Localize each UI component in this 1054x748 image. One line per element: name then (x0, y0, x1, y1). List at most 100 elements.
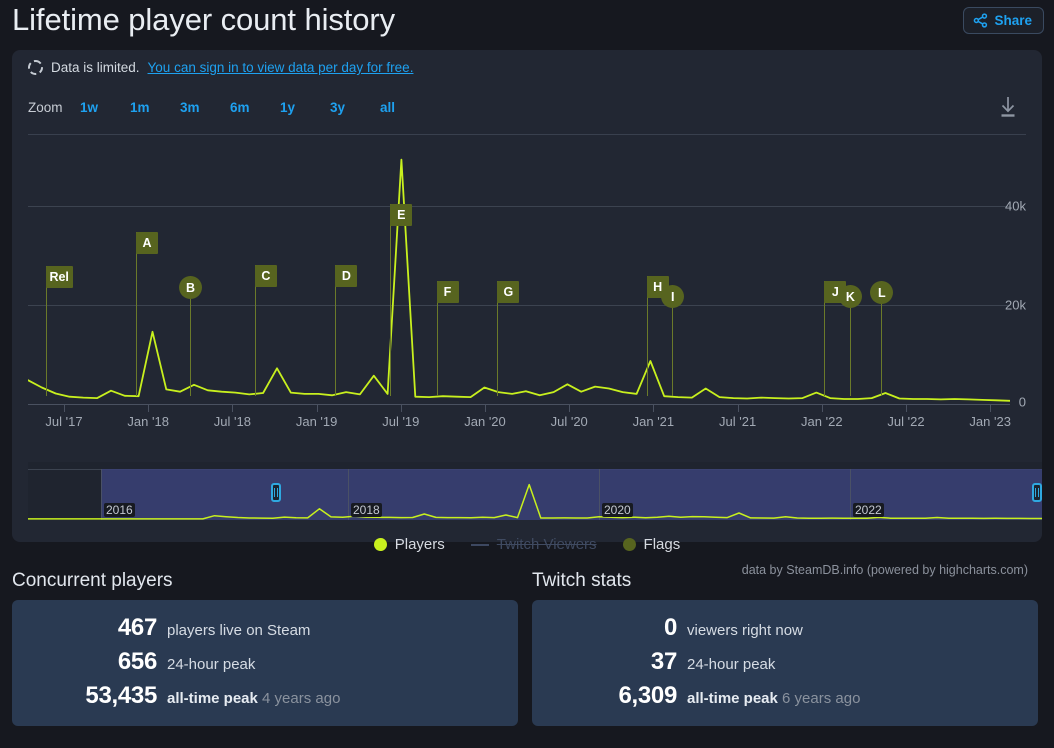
stat-label-text: all-time peak (167, 690, 258, 707)
zoom-label: Zoom (28, 100, 63, 115)
x-axis-tick (737, 405, 739, 412)
zoom-button-1w[interactable]: 1w (80, 100, 130, 115)
dashed-circle-icon (28, 60, 43, 75)
twitch-stats-section: Twitch stats 0 viewers right now 37 24-h… (532, 570, 1038, 726)
share-button-label: Share (994, 13, 1032, 28)
stat-label-text: all-time peak (687, 690, 778, 707)
navigator-right-handle[interactable] (1032, 483, 1042, 502)
notice-text: Data is limited. (51, 60, 140, 75)
stat-value: 53,435 (85, 682, 157, 709)
players-line-series (28, 158, 1010, 402)
legend-label-players: Players (394, 536, 445, 553)
stat-row: 6,309 all-time peak 6 years ago (532, 682, 1038, 710)
concurrent-players-heading: Concurrent players (12, 570, 173, 591)
stat-row: 656 24-hour peak (12, 648, 518, 676)
page-header: Lifetime player count history Share (0, 0, 1054, 46)
navigator-year-2016: 2016 (104, 503, 135, 517)
share-network-icon (973, 13, 988, 28)
flag-label-a[interactable]: A (136, 232, 159, 254)
stat-value: 6,309 (618, 682, 677, 709)
navigator-year-2022: 2022 (853, 503, 884, 517)
chart-plot-area: 40k 20k 0 Jul '17 Jan '18 Jul '18 Jan '19 Ju… (28, 148, 1026, 429)
flag-label-k[interactable]: K (838, 285, 862, 308)
x-axis-label: Jan '23 (969, 414, 1011, 429)
x-axis-tick (400, 405, 402, 412)
legend-dot-players (373, 538, 387, 551)
flag-label-g[interactable]: G (497, 281, 520, 303)
x-axis-tick (148, 405, 150, 412)
stat-label: all-time peak 4 years ago (167, 690, 340, 707)
legend-dash-twitch-viewers (470, 543, 489, 546)
x-axis-tick (485, 405, 486, 412)
x-axis-label: Jan '19 (295, 414, 338, 429)
zoom-button-6m[interactable]: 6m (230, 100, 280, 115)
stat-value: 0 (663, 614, 677, 641)
x-axis-tick (906, 405, 907, 412)
stat-row: 53,435 all-time peak 4 years ago (12, 682, 518, 710)
toolbar-divider (28, 134, 1026, 135)
stat-label-muted: 4 years ago (262, 690, 341, 707)
x-axis-label: Jul '19 (382, 414, 420, 429)
zoom-button-1y[interactable]: 1y (280, 100, 330, 115)
x-axis-tick (316, 405, 318, 412)
stat-row: 37 24-hour peak (532, 648, 1038, 676)
stat-value: 37 (650, 648, 677, 675)
flag-label-d[interactable]: D (335, 265, 358, 287)
navigator-series (28, 483, 1042, 520)
share-button[interactable]: Share (963, 7, 1044, 34)
flag-stem (390, 204, 392, 396)
x-axis-label: Jul '21 (719, 414, 757, 429)
stat-row: 0 viewers right now (532, 614, 1038, 642)
stats-row: Concurrent players 467 players live on S… (0, 570, 1054, 726)
legend-item-twitch-viewers[interactable]: Twitch Viewers (470, 536, 597, 553)
zoom-button-3m[interactable]: 3m (180, 100, 230, 115)
x-axis-tick (569, 405, 571, 412)
flag-stem (136, 232, 138, 396)
page-title: Lifetime player count history (12, 2, 396, 37)
flag-label-c[interactable]: C (254, 265, 277, 287)
flag-label-b[interactable]: B (179, 276, 203, 299)
data-limited-notice: Data is limited. You can sign in to view… (28, 60, 413, 75)
zoom-button-all[interactable]: all (380, 100, 430, 115)
zoom-range-selector: Zoom 1w 1m 3m 6m 1y 3y all (28, 100, 430, 115)
legend-label-twitch-viewers: Twitch Viewers (496, 536, 597, 553)
stat-row: 467 players live on Steam (12, 614, 518, 642)
stat-value: 467 (117, 614, 157, 641)
navigator-year-2018: 2018 (351, 503, 382, 517)
stat-label: 24-hour peak (687, 656, 776, 673)
sign-in-link[interactable]: You can sign in to view data per day for… (148, 60, 414, 75)
twitch-stats-card: 0 viewers right now 37 24-hour peak 6,30… (532, 600, 1038, 726)
legend-dot-flags (622, 538, 636, 551)
stat-label: all-time peak 6 years ago (687, 690, 860, 707)
legend-item-flags[interactable]: Flags (622, 536, 680, 553)
flag-label-rel[interactable]: Rel (45, 266, 73, 288)
x-axis-label: Jul '20 (550, 414, 588, 429)
x-axis-tick (232, 405, 234, 412)
flag-label-e[interactable]: E (390, 204, 413, 226)
x-axis-label: Jul '22 (887, 414, 925, 429)
zoom-button-3y[interactable]: 3y (330, 100, 380, 115)
x-axis-tick (653, 405, 655, 412)
x-axis-tick (64, 405, 65, 412)
legend-item-players[interactable]: Players (373, 536, 445, 553)
x-axis-label: Jul '17 (45, 414, 83, 429)
flag-label-f[interactable]: F (436, 281, 459, 303)
stat-label-muted: 6 years ago (782, 690, 861, 707)
concurrent-players-section: Concurrent players 467 players live on S… (12, 570, 518, 726)
navigator-year-2020: 2020 (602, 503, 633, 517)
stat-label: 24-hour peak (167, 656, 256, 673)
x-axis-label: Jan '20 (464, 414, 506, 429)
chart-legend: Players Twitch Viewers Flags (12, 536, 1042, 553)
navigator[interactable]: 2016 2018 2020 2022 (28, 462, 1042, 520)
concurrent-players-card: 467 players live on Steam 656 24-hour pe… (12, 600, 518, 726)
download-icon[interactable] (996, 94, 1020, 120)
twitch-stats-heading: Twitch stats (532, 570, 632, 591)
chart-card: Data is limited. You can sign in to view… (12, 50, 1042, 577)
stat-label: players live on Steam (167, 622, 311, 639)
navigator-left-handle[interactable] (271, 483, 281, 502)
x-axis-line (28, 404, 1010, 405)
x-axis-tick (990, 405, 992, 412)
stat-value: 656 (117, 648, 157, 675)
zoom-button-1m[interactable]: 1m (130, 100, 180, 115)
x-axis-label: Jan '18 (127, 414, 169, 429)
